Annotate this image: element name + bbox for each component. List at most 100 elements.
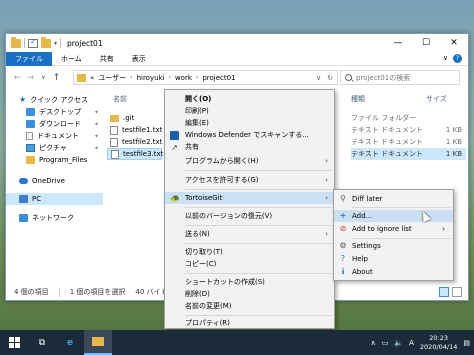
network-icon[interactable]: ▭ (382, 339, 389, 347)
file-row[interactable]: testfile2.txt (107, 136, 162, 148)
new-folder-icon[interactable] (41, 36, 51, 48)
nav-quick-access[interactable]: ★ クイック アクセス (6, 94, 103, 106)
tab-share[interactable]: 共有 (91, 52, 123, 66)
menu-item-edit[interactable]: 編集(E) (165, 117, 334, 129)
pin-icon: ✦ (93, 108, 99, 116)
recent-dropdown-icon[interactable]: ∨ (37, 74, 50, 81)
tab-file[interactable]: ファイル (6, 51, 52, 66)
search-input[interactable]: project01の検索 (340, 70, 460, 85)
volume-icon[interactable]: 🔈 (394, 339, 403, 347)
breadcrumb-item[interactable]: hiroyuki (137, 74, 165, 82)
clock[interactable]: 20:23 2020/04/14 (420, 334, 457, 352)
nav-item-downloads[interactable]: ダウンロード ✦ (6, 118, 103, 130)
chevron-right-icon[interactable]: › (130, 74, 132, 81)
submenu-item-about[interactable]: ℹ About (334, 266, 453, 278)
address-bar[interactable]: « ユーザー › hiroyuki › work › project01 ∨ ↻ (73, 70, 338, 85)
share-icon: ↗ (171, 143, 178, 152)
menu-item-open[interactable]: 開く(O) (165, 93, 334, 105)
menu-item-tortoisegit[interactable]: 🐢 TortoiseGit › (165, 192, 334, 204)
column-header-size[interactable]: サイズ (426, 94, 447, 104)
menu-item-share[interactable]: ↗ 共有 (165, 141, 334, 153)
search-icon (345, 74, 352, 81)
menu-item-rename[interactable]: 名前の変更(M) (165, 300, 334, 312)
tortoisegit-submenu: ⚲ Diff later + Add... ⊘ Add to ignore li… (333, 189, 454, 281)
nav-item-pictures[interactable]: ピクチャ ✦ (6, 142, 103, 154)
details-view-icon[interactable] (439, 287, 449, 297)
file-row[interactable]: testfile1.txt (107, 124, 162, 136)
nav-item-onedrive[interactable]: OneDrive (6, 175, 103, 187)
refresh-icon[interactable]: ↻ (327, 74, 333, 82)
file-row[interactable]: .git (107, 112, 134, 124)
chevron-up-icon[interactable]: ∧ (371, 339, 376, 347)
column-header-type[interactable]: 種類 (351, 94, 365, 104)
submenu-item-settings[interactable]: ⚙ Settings (334, 240, 453, 252)
back-arrow-icon[interactable]: ← (11, 73, 24, 83)
menu-item-send-to[interactable]: 送る(N) › (165, 228, 334, 240)
menu-item-defender-scan[interactable]: Windows Defender でスキャンする... (165, 129, 334, 141)
menu-label: TortoiseGit (185, 194, 223, 202)
nav-item-network[interactable]: ネットワーク (6, 212, 103, 224)
documents-icon (26, 132, 33, 140)
minimize-button[interactable]: — (384, 34, 412, 52)
menu-item-restore-previous[interactable]: 以前のバージョンの復元(V) (165, 210, 334, 222)
menu-item-open-with[interactable]: プログラムから開く(H) › (165, 155, 334, 167)
close-button[interactable]: ✕ (440, 34, 468, 52)
navigation-pane: ★ クイック アクセス デスクトップ ✦ ダウンロード ✦ ドキュメント ✦ ピ… (6, 90, 103, 285)
file-row-selected[interactable]: testfile3.txt (107, 148, 163, 160)
breadcrumb-item[interactable]: work (175, 74, 192, 82)
submenu-arrow-icon: › (325, 176, 328, 184)
nav-label: デスクトップ (39, 108, 81, 116)
file-type-cell-selected: テキスト ドキュメント 1 KB (351, 148, 466, 160)
tab-home[interactable]: ホーム (52, 52, 91, 66)
menu-item-create-shortcut[interactable]: ショートカットの作成(S) (165, 276, 334, 288)
file-size: 1 KB (445, 126, 462, 134)
column-header-name[interactable]: 名前 (113, 94, 127, 104)
ime-icon[interactable]: A (409, 339, 414, 347)
chevron-right-icon[interactable]: › (169, 74, 171, 81)
breadcrumb-item[interactable]: ユーザー (98, 73, 126, 83)
breadcrumb-item[interactable]: project01 (202, 74, 235, 82)
menu-item-print[interactable]: 印刷(P) (165, 105, 334, 117)
divider (58, 287, 60, 297)
menu-item-properties[interactable]: プロパティ(R) (165, 317, 334, 329)
expand-ribbon-icon[interactable]: ∨ (443, 54, 448, 63)
nav-item-desktop[interactable]: デスクトップ ✦ (6, 106, 103, 118)
properties-icon[interactable] (28, 37, 38, 48)
maximize-button[interactable]: ☐ (412, 34, 440, 52)
menu-item-give-access[interactable]: アクセスを許可する(G) › (165, 174, 334, 186)
submenu-item-help[interactable]: ? Help (334, 253, 453, 265)
chevron-down-icon[interactable]: ∨ (316, 74, 321, 82)
tab-view[interactable]: 表示 (123, 52, 155, 66)
submenu-item-add-to-ignore[interactable]: ⊘ Add to ignore list › (334, 223, 453, 235)
menu-label: 共有 (185, 143, 199, 151)
ignore-icon: ⊘ (339, 224, 347, 233)
start-button[interactable] (0, 330, 28, 355)
menu-item-copy[interactable]: コピー(C) (165, 258, 334, 270)
nav-item-documents[interactable]: ドキュメント ✦ (6, 130, 103, 142)
help-icon[interactable]: ? (453, 54, 462, 63)
breadcrumb-overflow[interactable]: « (90, 74, 94, 82)
help-icon: ? (340, 254, 346, 263)
menu-item-cut[interactable]: 切り取り(T) (165, 246, 334, 258)
task-view-button[interactable]: ⧉ (28, 330, 56, 355)
up-arrow-icon[interactable]: ↑ (50, 73, 63, 83)
selected-size: 40 バイト (135, 288, 168, 296)
submenu-item-add[interactable]: + Add... (334, 210, 453, 222)
menu-separator (185, 170, 332, 171)
edge-button[interactable]: e (56, 330, 84, 355)
menu-item-delete[interactable]: 削除(D) (165, 288, 334, 300)
nav-label: ピクチャ (39, 144, 67, 152)
nav-item-program-files[interactable]: Program_Files (6, 154, 103, 166)
text-file-icon (110, 137, 118, 147)
divider (24, 38, 25, 48)
file-explorer-button[interactable] (84, 330, 112, 355)
chevron-right-icon[interactable]: › (196, 74, 198, 81)
file-type: テキスト ドキュメント (351, 126, 424, 134)
nav-item-pc[interactable]: PC (6, 193, 103, 205)
large-icons-view-icon[interactable] (452, 287, 462, 297)
menu-label: 送る(N) (185, 230, 210, 238)
notifications-icon[interactable]: ▤ (463, 339, 470, 347)
submenu-item-diff-later[interactable]: ⚲ Diff later (334, 193, 453, 205)
forward-arrow-icon[interactable]: → (24, 73, 37, 83)
qat-dropdown-icon[interactable]: ▾ (54, 40, 57, 47)
